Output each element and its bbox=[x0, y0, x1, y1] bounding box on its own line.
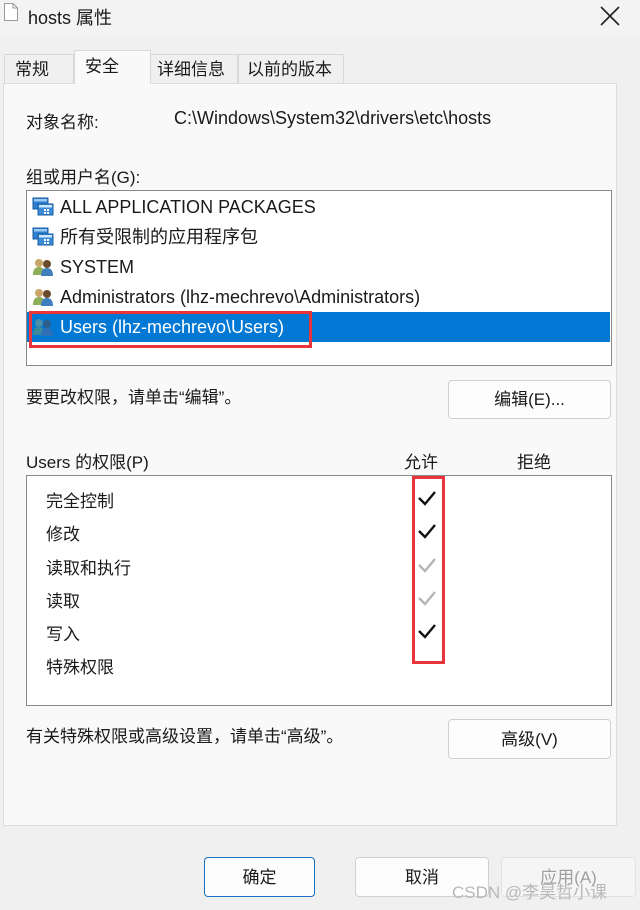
app-package-icon bbox=[32, 227, 54, 246]
cancel-button-label: 取消 bbox=[405, 868, 439, 887]
tab-label: 常规 bbox=[15, 60, 49, 79]
tab-label: 以前的版本 bbox=[247, 60, 332, 79]
group-name: Administrators (lhz-mechrevo\Administrat… bbox=[60, 287, 421, 307]
document-icon bbox=[4, 3, 18, 21]
tab-general[interactable]: 常规 bbox=[4, 54, 74, 83]
check-icon bbox=[416, 622, 438, 640]
tab-label: 详细信息 bbox=[157, 60, 225, 79]
inherited-check-icon bbox=[416, 589, 438, 607]
app-package-icon bbox=[32, 197, 54, 216]
group-name: ALL APPLICATION PACKAGES bbox=[60, 197, 316, 217]
check-icon bbox=[416, 489, 438, 507]
edit-button-label: 编辑(E)... bbox=[494, 390, 565, 409]
ok-button-label: 确定 bbox=[242, 868, 277, 887]
permission-write: 写入 bbox=[46, 625, 80, 644]
title-bar: hosts 属性 bbox=[0, 0, 640, 36]
advanced-hint: 有关特殊权限或高级设置，请单击“高级”。 bbox=[26, 727, 344, 746]
watermark: CSDN @李昊哲小课 bbox=[452, 883, 608, 902]
edit-hint: 要更改权限，请单击“编辑”。 bbox=[26, 388, 242, 407]
object-name-value: C:\Windows\System32\drivers\etc\hosts bbox=[174, 108, 492, 128]
deny-column-header: 拒绝 bbox=[517, 453, 551, 472]
tab-security[interactable]: 安全 bbox=[74, 50, 151, 84]
permission-special: 特殊权限 bbox=[46, 658, 114, 677]
permission-modify: 修改 bbox=[46, 525, 80, 544]
group-name: Users (lhz-mechrevo\Users) bbox=[60, 317, 285, 337]
allow-column-header: 允许 bbox=[404, 453, 438, 472]
check-icon bbox=[416, 522, 438, 540]
window-title: hosts 属性 bbox=[28, 8, 113, 28]
close-icon[interactable] bbox=[598, 4, 622, 28]
tab-label: 安全 bbox=[85, 57, 119, 76]
object-name-label: 对象名称: bbox=[26, 113, 99, 132]
advanced-button[interactable]: 高级(V) bbox=[448, 719, 611, 759]
permission-read-execute: 读取和执行 bbox=[46, 559, 131, 578]
user-group-icon bbox=[33, 319, 53, 336]
tab-details[interactable]: 详细信息 bbox=[150, 54, 238, 83]
edit-button[interactable]: 编辑(E)... bbox=[448, 380, 611, 419]
inherited-check-icon bbox=[416, 556, 438, 574]
ok-button[interactable]: 确定 bbox=[204, 857, 315, 897]
permission-full-control: 完全控制 bbox=[46, 492, 114, 511]
advanced-button-label: 高级(V) bbox=[501, 730, 558, 749]
group-name: SYSTEM bbox=[60, 257, 135, 277]
permission-read: 读取 bbox=[46, 592, 80, 611]
groups-label: 组或用户名(G): bbox=[26, 168, 141, 187]
tab-previous-versions[interactable]: 以前的版本 bbox=[238, 54, 344, 83]
group-name: 所有受限制的应用程序包 bbox=[60, 227, 258, 247]
permissions-label: Users 的权限(P) bbox=[26, 453, 149, 472]
tab-strip: 常规 安全 详细信息 以前的版本 bbox=[0, 50, 640, 84]
user-group-icon bbox=[33, 289, 53, 306]
user-group-icon bbox=[33, 259, 53, 276]
